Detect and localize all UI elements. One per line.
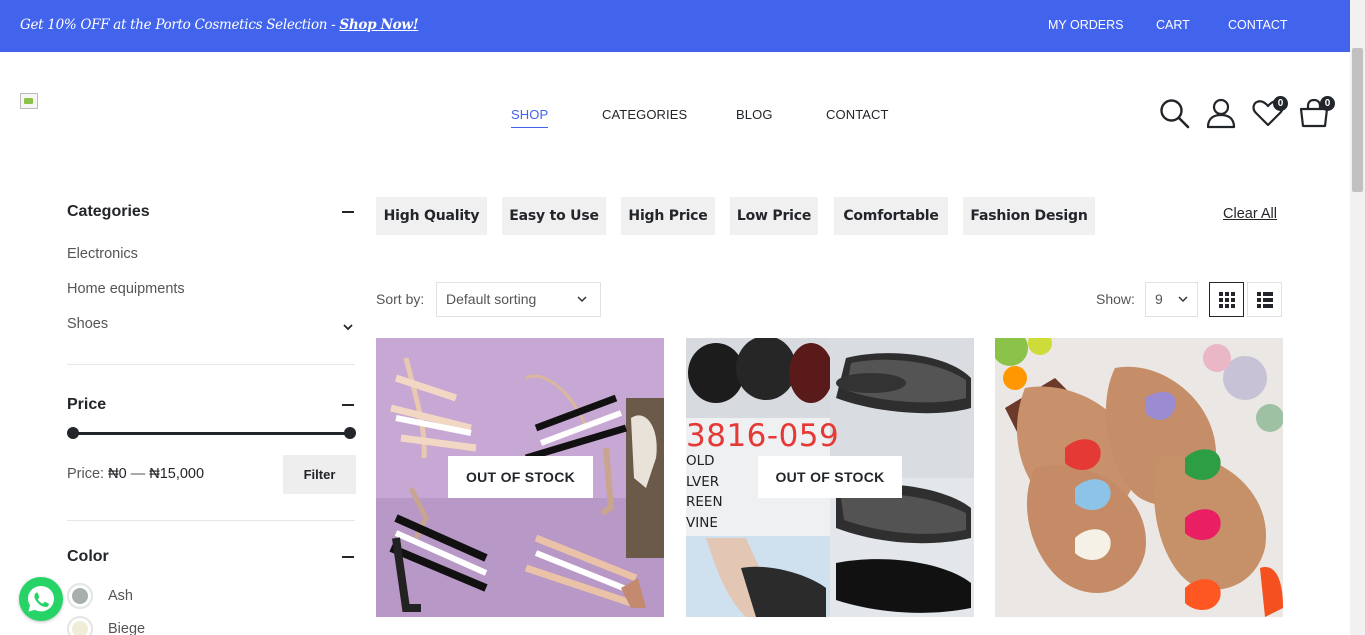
page-scrollbar[interactable] [1350,0,1365,635]
category-electronics[interactable]: Electronics [67,246,138,262]
price-range-text: Price: ₦0 — ₦15,000 [67,466,204,482]
chevron-down-icon [1178,296,1188,303]
swatch-fill [72,588,88,604]
price-max: ₦15,000 [149,466,205,482]
filter-button[interactable]: Filter [283,455,356,494]
promo-text: Get 10% OFF at the Porto Cosmetics Selec… [20,17,419,33]
tag-low-price[interactable]: Low Price [730,197,818,235]
chevron-down-icon[interactable] [343,319,353,331]
price-label: Price: [67,466,105,482]
category-shoes[interactable]: Shoes [67,316,108,332]
show-count-select[interactable]: 9 [1145,282,1198,317]
chevron-down-icon [577,296,587,303]
image-color-line: VINE [686,514,718,531]
promo-bar: Get 10% OFF at the Porto Cosmetics Selec… [0,0,1350,52]
nav-blog[interactable]: BLOG [736,107,773,122]
nav-categories[interactable]: CATEGORIES [602,107,687,122]
price-min: ₦0 [108,466,127,482]
whatsapp-chat-button[interactable] [19,577,63,621]
sort-label: Sort by: [376,291,425,307]
collapse-price-icon[interactable] [342,404,354,406]
site-logo[interactable] [20,93,38,109]
image-color-line: REEN [686,494,723,510]
color-label-ash[interactable]: Ash [108,588,133,604]
promo-message: Get 10% OFF at the Porto Cosmetics Selec… [20,17,340,33]
price-slider-min-handle[interactable] [67,427,79,439]
nav-shop[interactable]: SHOP [511,107,549,128]
grid-icon [1219,292,1235,308]
sidebar-divider [67,520,355,521]
list-icon [1257,292,1273,308]
search-icon[interactable] [1158,97,1190,129]
clear-all-link[interactable]: Clear All [1223,206,1277,222]
show-count-value: 9 [1155,291,1163,307]
collapse-color-icon[interactable] [342,556,354,558]
sort-value: Default sorting [446,291,537,307]
price-slider-track[interactable] [72,432,350,435]
color-heading: Color [67,548,109,565]
tag-high-price[interactable]: High Price [621,197,715,235]
my-orders-link[interactable]: MY ORDERS [1048,18,1123,32]
image-color-line: LVER [686,473,720,490]
color-swatch-biege[interactable] [67,616,93,635]
out-of-stock-badge: OUT OF STOCK [758,456,902,498]
cart-count-badge: 0 [1320,96,1335,111]
cart-link[interactable]: CART [1156,18,1190,32]
product-card[interactable] [995,338,1283,617]
user-icon[interactable] [1205,97,1237,129]
color-swatch-ash[interactable] [67,583,93,609]
category-home-equipments[interactable]: Home equipments [67,281,185,297]
price-heading: Price [67,396,107,413]
list-view-button[interactable] [1247,282,1282,317]
sort-select[interactable]: Default sorting [436,282,601,317]
price-separator: — [130,466,146,482]
tag-fashion-design[interactable]: Fashion Design [963,197,1095,235]
nav-contact[interactable]: CONTACT [826,107,889,122]
image-color-line: OLD [686,453,715,469]
color-label-biege[interactable]: Biege [108,621,145,635]
sidebar-divider [67,364,355,365]
grid-view-button[interactable] [1209,282,1244,317]
price-slider-max-handle[interactable] [344,427,356,439]
product-image[interactable] [995,338,1283,617]
show-label: Show: [1096,291,1135,307]
collapse-categories-icon[interactable] [342,211,354,213]
whatsapp-icon [28,586,54,612]
product-card[interactable]: OUT OF STOCK [376,338,664,617]
out-of-stock-badge: OUT OF STOCK [448,456,593,498]
categories-heading: Categories [67,203,150,220]
wishlist-count-badge: 0 [1273,96,1288,111]
scrollbar-thumb[interactable] [1352,48,1363,192]
tag-easy-to-use[interactable]: Easy to Use [502,197,606,235]
contact-link[interactable]: CONTACT [1228,18,1288,32]
product-card[interactable]: 3816-059 OLD LVER REEN VINE OUT OF STOCK [686,338,974,617]
swatch-fill [72,621,88,635]
tag-high-quality[interactable]: High Quality [376,197,487,235]
image-color-list: OLD LVER REEN VINE [686,451,723,533]
tag-comfortable[interactable]: Comfortable [834,197,948,235]
shop-now-link[interactable]: Shop Now! [339,17,418,33]
image-phone-text: 3816-059 [686,418,840,454]
